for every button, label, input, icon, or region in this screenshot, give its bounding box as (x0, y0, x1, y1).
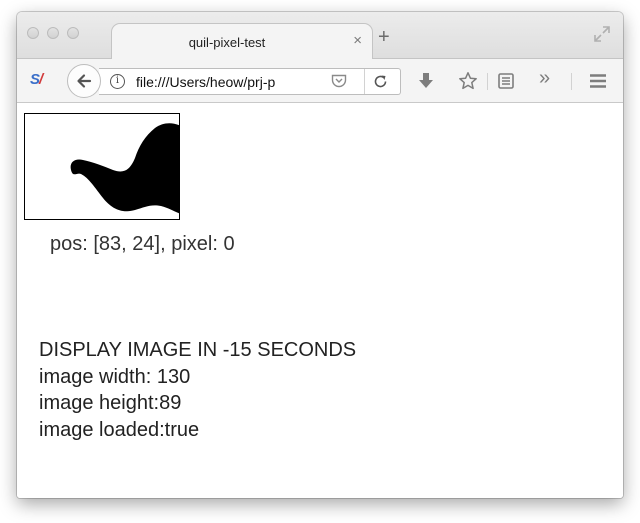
reading-list-icon[interactable] (496, 71, 516, 91)
sketch-canvas[interactable] (24, 113, 180, 220)
image-width-text: image width: 130 (39, 366, 191, 388)
back-button[interactable] (67, 64, 101, 98)
close-window-button[interactable] (27, 27, 39, 39)
image-loaded-text: image loaded:true (39, 419, 200, 441)
info-icon[interactable]: i (110, 74, 125, 89)
extension-logo-icon[interactable]: S/ (30, 71, 43, 88)
black-shape-image (70, 123, 179, 214)
hamburger-menu-icon[interactable] (588, 71, 608, 91)
back-arrow-icon (77, 74, 92, 88)
reload-icon[interactable] (372, 73, 389, 90)
browser-window: quil-pixel-test × + S/ i file:///Users/h… (17, 12, 623, 498)
countdown-text: DISPLAY IMAGE IN -15 SECONDS (39, 339, 357, 361)
page-content: pos: [83, 24], pixel: 0 DISPLAY IMAGE IN… (17, 103, 623, 498)
nav-toolbar: S/ i file:///Users/heow/prj-p » (17, 59, 623, 103)
tab-strip: quil-pixel-test × + (17, 12, 623, 60)
url-input[interactable]: file:///Users/heow/prj-p (136, 74, 308, 90)
url-bar[interactable]: i file:///Users/heow/prj-p (99, 68, 401, 95)
new-tab-button[interactable]: + (378, 27, 390, 47)
tab-active[interactable]: quil-pixel-test × (111, 23, 373, 60)
zoom-window-button[interactable] (67, 27, 79, 39)
bookmark-star-icon[interactable] (458, 71, 478, 91)
fullscreen-icon[interactable] (593, 25, 611, 43)
tab-close-icon[interactable]: × (353, 32, 362, 50)
toolbar-divider (571, 73, 572, 90)
overflow-chevron-icon[interactable]: » (539, 68, 550, 88)
download-icon[interactable] (416, 71, 436, 91)
image-height-text: image height:89 (39, 392, 182, 414)
url-divider (364, 69, 365, 94)
tab-title: quil-pixel-test (188, 35, 266, 50)
pocket-icon[interactable] (331, 74, 347, 89)
position-readout: pos: [83, 24], pixel: 0 (50, 233, 235, 255)
toolbar-divider (487, 73, 488, 90)
minimize-window-button[interactable] (47, 27, 59, 39)
